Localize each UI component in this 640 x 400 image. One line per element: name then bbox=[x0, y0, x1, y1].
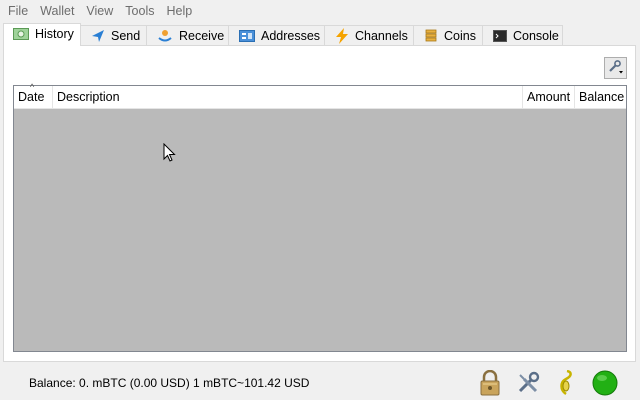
column-amount-label: Amount bbox=[527, 90, 571, 104]
toolbar-options-button[interactable] bbox=[604, 57, 627, 79]
menu-tools[interactable]: Tools bbox=[119, 1, 160, 21]
tab-channels[interactable]: Channels bbox=[324, 25, 414, 46]
column-description-label: Description bbox=[57, 90, 120, 104]
history-panel: ^ Date Description Amount Balance bbox=[3, 45, 636, 362]
preferences-icon[interactable] bbox=[514, 369, 542, 397]
column-date[interactable]: ^ Date bbox=[14, 82, 53, 109]
tab-history[interactable]: History bbox=[3, 23, 81, 46]
history-table[interactable]: ^ Date Description Amount Balance bbox=[13, 82, 627, 352]
table-header: ^ Date Description Amount Balance bbox=[14, 82, 626, 109]
menu-bar: File Wallet View Tools Help bbox=[0, 0, 640, 22]
tools-dropdown-icon bbox=[607, 59, 625, 78]
history-icon bbox=[13, 26, 29, 42]
tab-receive[interactable]: Receive bbox=[146, 25, 229, 46]
column-balance[interactable]: Balance bbox=[575, 86, 626, 109]
lock-icon[interactable] bbox=[476, 369, 504, 397]
tab-console-label: Console bbox=[513, 29, 559, 43]
coins-icon bbox=[424, 28, 438, 44]
tab-receive-label: Receive bbox=[179, 29, 225, 43]
tab-addresses[interactable]: Addresses bbox=[228, 25, 325, 46]
column-balance-label: Balance bbox=[579, 90, 625, 104]
send-icon bbox=[91, 28, 105, 44]
status-bar: Balance: 0. mBTC (0.00 USD) 1 mBTC~101.4… bbox=[0, 366, 640, 400]
network-status-icon[interactable] bbox=[591, 369, 619, 397]
menu-help[interactable]: Help bbox=[160, 1, 198, 21]
tab-console[interactable]: Console bbox=[482, 25, 563, 46]
console-icon bbox=[493, 28, 507, 44]
addresses-icon bbox=[239, 28, 255, 44]
column-date-label: Date bbox=[18, 90, 45, 104]
lightning-icon bbox=[335, 28, 349, 44]
seed-icon[interactable] bbox=[552, 369, 580, 397]
tab-send[interactable]: Send bbox=[80, 25, 147, 46]
sort-ascending-icon: ^ bbox=[30, 82, 35, 92]
receive-icon bbox=[157, 28, 173, 44]
mouse-cursor-icon bbox=[163, 142, 177, 166]
menu-wallet[interactable]: Wallet bbox=[34, 1, 80, 21]
tab-channels-label: Channels bbox=[355, 29, 408, 43]
menu-view[interactable]: View bbox=[80, 1, 119, 21]
tab-send-label: Send bbox=[111, 29, 141, 43]
balance-label: Balance: 0. mBTC (0.00 USD) 1 mBTC~101.4… bbox=[29, 376, 310, 390]
tab-bar: History Send Receive Addresses Channels … bbox=[3, 23, 563, 46]
tab-coins[interactable]: Coins bbox=[413, 25, 483, 46]
column-description[interactable]: Description bbox=[53, 86, 523, 109]
column-amount[interactable]: Amount bbox=[523, 86, 575, 109]
menu-file[interactable]: File bbox=[2, 1, 34, 21]
tab-history-label: History bbox=[35, 27, 74, 41]
tab-addresses-label: Addresses bbox=[261, 29, 321, 43]
tab-coins-label: Coins bbox=[444, 29, 476, 43]
